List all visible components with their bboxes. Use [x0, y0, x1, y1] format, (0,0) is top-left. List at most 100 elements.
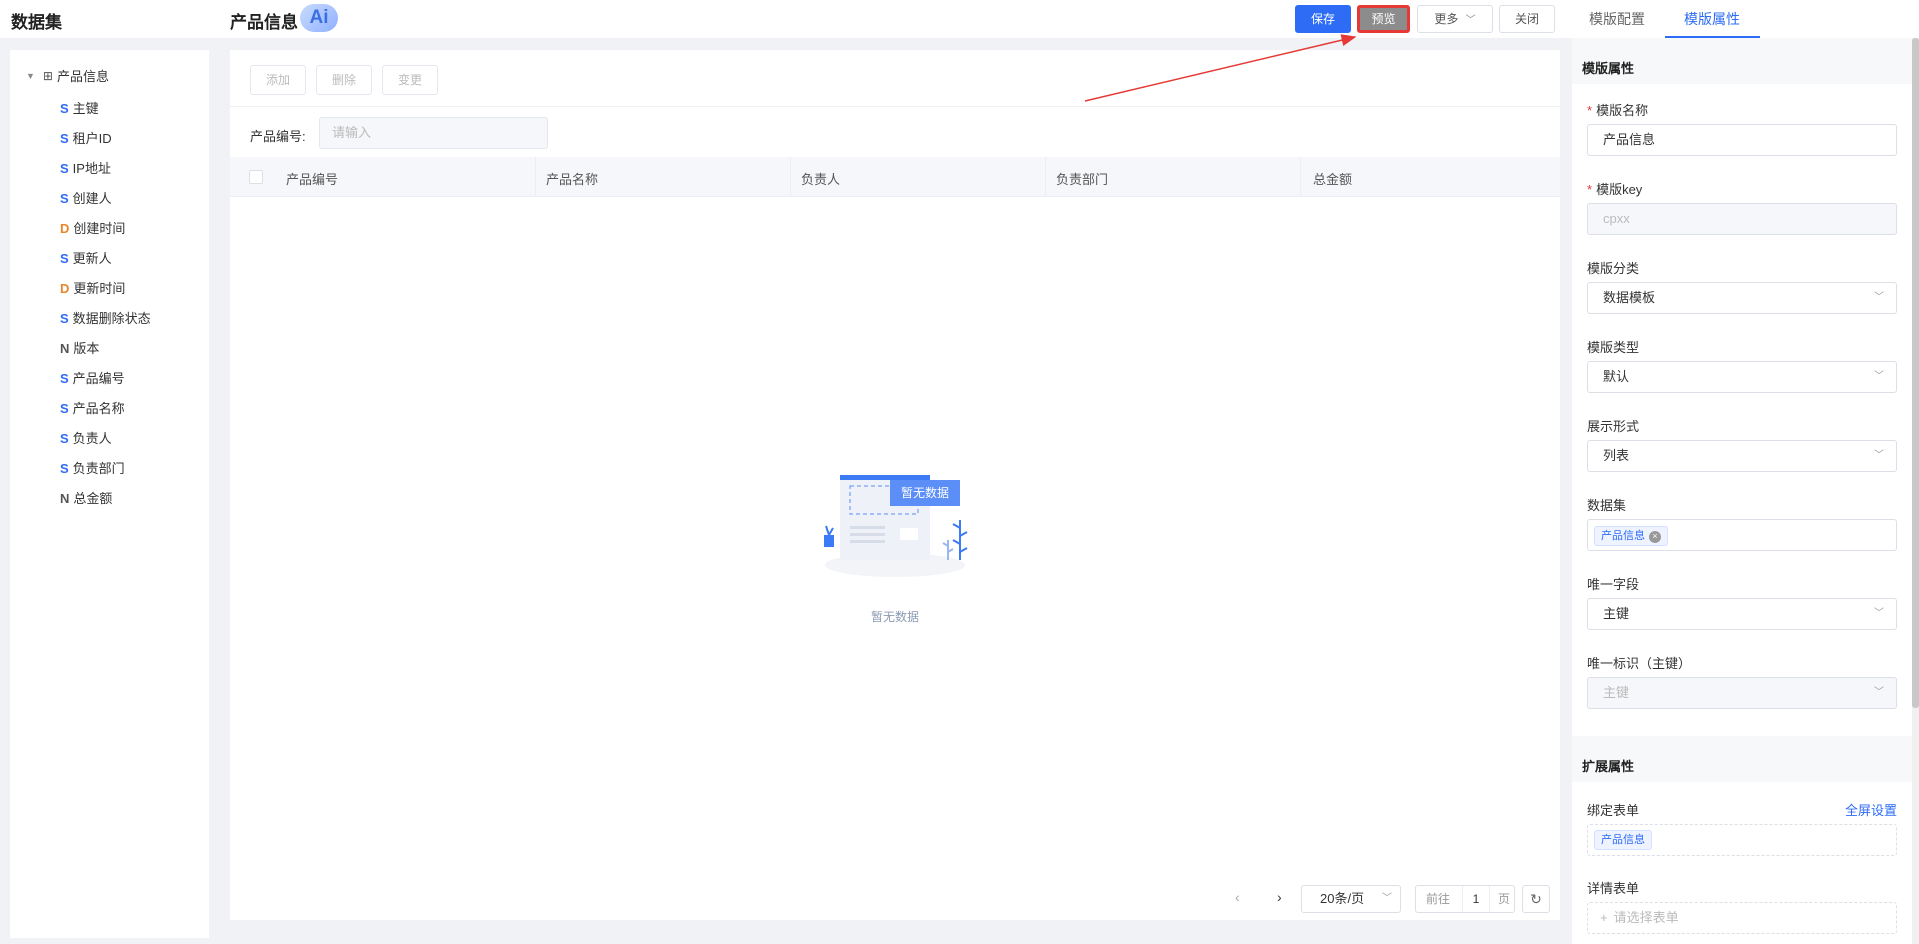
delete-button[interactable]: 删除: [316, 65, 372, 95]
search-label: 产品编号:: [250, 129, 306, 144]
save-button[interactable]: 保存: [1295, 5, 1351, 33]
tree-item-label: 更新人: [72, 251, 112, 266]
caret-down-icon[interactable]: ▼: [26, 71, 35, 81]
template-attributes-form: * 模版名称 产品信息 * 模版key cpxx 模版分类 数据模板 ﹀ 模版类型 …: [1572, 84, 1912, 736]
type-badge: S: [60, 401, 69, 416]
column-header: 产品名称: [546, 172, 599, 187]
preview-button[interactable]: 预览: [1357, 5, 1410, 33]
key-field-label: * 模版key: [1587, 182, 1643, 197]
display-value: 列表: [1603, 448, 1630, 463]
attributes-panel: 模版属性 * 模版名称 产品信息 * 模版key cpxx 模版分类 数据模板 ﹀ …: [1572, 38, 1919, 944]
template-type-select[interactable]: 默认 ﹀: [1587, 361, 1897, 393]
type-badge: S: [60, 131, 69, 146]
page-number-input[interactable]: 1: [1462, 886, 1490, 912]
change-button[interactable]: 变更: [382, 65, 438, 95]
tree-item-label: 产品名称: [72, 401, 125, 416]
type-badge: D: [60, 221, 70, 236]
column-divider: [790, 157, 791, 197]
next-page-icon[interactable]: ›: [1277, 889, 1282, 905]
tree-item-label: IP地址: [72, 161, 111, 176]
tree-root-node[interactable]: ▼ ⊞ 产品信息: [26, 66, 109, 85]
type-field-label: 模版类型: [1587, 340, 1640, 355]
tree-item[interactable]: D 创建时间: [60, 214, 151, 244]
page-title: 产品信息: [230, 13, 298, 32]
plus-icon: +: [1600, 910, 1608, 925]
column-header: 总金额: [1313, 172, 1353, 187]
tree-item-label: 版本: [73, 341, 100, 356]
bind-form-select[interactable]: 产品信息: [1587, 824, 1897, 856]
refresh-icon[interactable]: ↻: [1522, 885, 1550, 913]
type-badge: S: [60, 191, 69, 206]
tree-item[interactable]: S 负责人: [60, 424, 151, 454]
template-key-input: cpxx: [1587, 203, 1897, 235]
remove-tag-icon[interactable]: ×: [1649, 531, 1661, 543]
tab-template-attributes[interactable]: 模版属性: [1684, 9, 1740, 29]
category-value: 数据模板: [1603, 290, 1656, 305]
template-name-input[interactable]: 产品信息: [1587, 124, 1897, 156]
type-badge: S: [60, 251, 69, 266]
tree-item-label: 总金额: [73, 491, 113, 506]
field-tree-panel: ▼ ⊞ 产品信息 S 主键 S 租户ID S IP地址 S 创建人 D 创建时间 S 更新人…: [10, 50, 209, 938]
template-category-select[interactable]: 数据模板 ﹀: [1587, 282, 1897, 314]
type-badge: S: [60, 161, 69, 176]
tree-item[interactable]: S 更新人: [60, 244, 151, 274]
tree-item[interactable]: S 创建人: [60, 184, 151, 214]
type-badge: S: [60, 431, 69, 446]
detail-form-select[interactable]: + 请选择表单: [1587, 902, 1897, 934]
tree-item[interactable]: N 总金额: [60, 484, 151, 514]
column-header: 负责人: [801, 172, 841, 187]
tree-item-label: 租户ID: [72, 131, 112, 146]
section-title: 模版属性: [1572, 38, 1912, 84]
product-no-search-input[interactable]: 请输入: [319, 117, 548, 149]
tree-item[interactable]: D 更新时间: [60, 274, 151, 304]
tree-item[interactable]: S 主键: [60, 94, 151, 124]
tree-item[interactable]: S 产品编号: [60, 364, 151, 394]
prev-page-icon[interactable]: ‹: [1235, 889, 1240, 905]
top-header: 数据集 产品信息 Ai 保存 预览 更多 ﹀ 关闭 模版配置 模版属性: [0, 0, 1919, 38]
dataset-multiselect[interactable]: 产品信息 ×: [1587, 519, 1897, 551]
type-badge: S: [60, 101, 69, 116]
tree-item[interactable]: S 产品名称: [60, 394, 151, 424]
ai-assistant-button[interactable]: Ai: [300, 4, 338, 32]
toolbar-divider: [230, 106, 1560, 107]
tree-item[interactable]: S 数据删除状态: [60, 304, 151, 334]
unique-field-select[interactable]: 主键 ﹀: [1587, 598, 1897, 630]
column-header: 产品编号: [286, 172, 339, 187]
type-badge: N: [60, 341, 70, 356]
tree-item[interactable]: S 负责部门: [60, 454, 151, 484]
tree-item[interactable]: S 租户ID: [60, 124, 151, 154]
display-field-label: 展示形式: [1587, 419, 1640, 434]
field-list: S 主键 S 租户ID S IP地址 S 创建人 D 创建时间 S 更新人 D 更新时间 S数…: [60, 94, 151, 514]
tree-item[interactable]: N 版本: [60, 334, 151, 364]
unique-id-label: 唯一标识（主键）: [1587, 656, 1692, 671]
table-toolbar: 添加 删除 变更: [250, 65, 438, 95]
column-header: 负责部门: [1056, 172, 1109, 187]
goto-label: 前往: [1426, 892, 1451, 906]
tab-template-config[interactable]: 模版配置: [1589, 9, 1645, 29]
tree-item-label: 更新时间: [73, 281, 126, 296]
tree-item[interactable]: S IP地址: [60, 154, 151, 184]
tree-item-label: 主键: [72, 101, 99, 116]
detail-form-label: 详情表单: [1587, 881, 1640, 896]
add-button[interactable]: 添加: [250, 65, 306, 95]
table-grid-icon: ⊞: [42, 68, 53, 83]
chevron-down-icon: ﹀: [1874, 687, 1884, 698]
more-dropdown-button[interactable]: 更多 ﹀: [1417, 5, 1493, 33]
panel-scrollbar-thumb[interactable]: [1912, 38, 1919, 708]
dataset-tag: 产品信息 ×: [1594, 526, 1668, 546]
tree-root-label: 产品信息: [56, 69, 109, 84]
type-badge: N: [60, 491, 70, 506]
tree-item-label: 负责人: [72, 431, 112, 446]
fullscreen-settings-link[interactable]: 全屏设置: [1845, 800, 1897, 819]
type-badge: S: [60, 311, 69, 326]
page-size-select[interactable]: 20条/页 ﹀: [1301, 885, 1401, 913]
tree-item-label: 创建时间: [73, 221, 126, 236]
type-badge: S: [60, 371, 69, 386]
close-button[interactable]: 关闭: [1499, 5, 1555, 33]
chevron-down-icon: ﹀: [1874, 292, 1884, 303]
select-all-checkbox[interactable]: [249, 170, 263, 184]
unique-id-select: 主键 ﹀: [1587, 677, 1897, 709]
display-mode-select[interactable]: 列表 ﹀: [1587, 440, 1897, 472]
column-divider: [535, 157, 536, 197]
name-field-label: * 模版名称: [1587, 103, 1649, 118]
